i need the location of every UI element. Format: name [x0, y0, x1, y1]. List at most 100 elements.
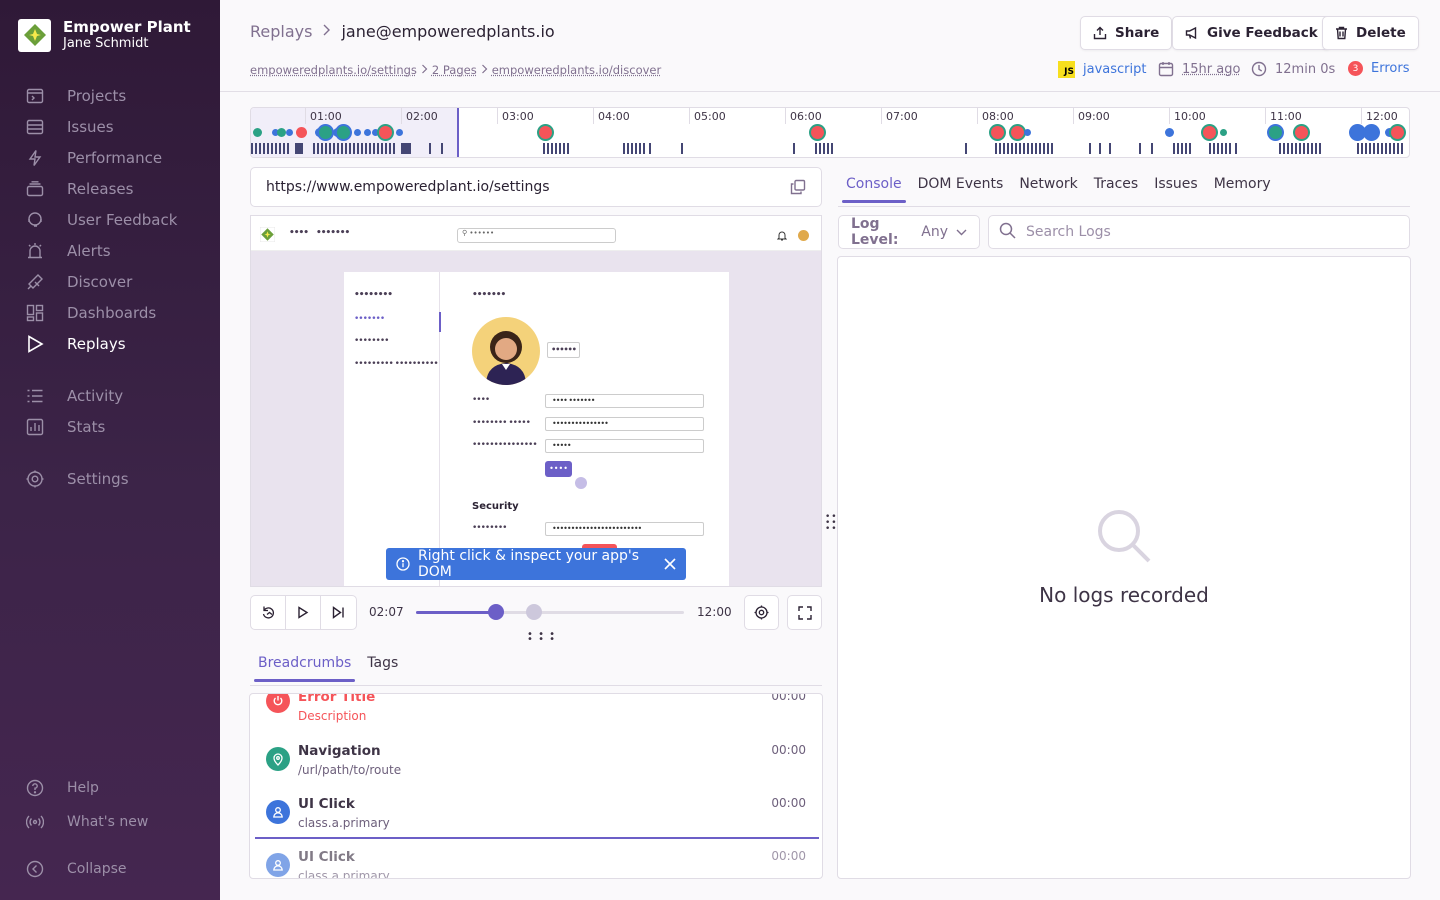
- timeline-event-dot[interactable]: [1350, 125, 1364, 139]
- timeline-event-dot[interactable]: [276, 127, 286, 137]
- timeline-event-dot[interactable]: [363, 128, 371, 136]
- timeline-event-dot[interactable]: [1164, 127, 1174, 137]
- page-link-first[interactable]: empoweredplants.io/settings: [250, 63, 417, 77]
- list-item[interactable]: Error Title Description 00:00: [250, 694, 822, 742]
- timeline-event-dot[interactable]: [371, 128, 379, 136]
- player-settings-button[interactable]: [744, 595, 779, 630]
- sidebar-item-dashboards[interactable]: Dashboards: [26, 302, 156, 324]
- page-count-link[interactable]: 2 Pages: [432, 63, 477, 77]
- tab-issues[interactable]: Issues: [1154, 176, 1198, 202]
- timeline-activity-bar: [995, 143, 1055, 154]
- search-input[interactable]: [1026, 224, 1386, 240]
- masked-text: ••••: [472, 395, 490, 405]
- give-feedback-button[interactable]: Give Feedback: [1172, 16, 1331, 50]
- sidebar-item-alerts[interactable]: Alerts: [26, 240, 111, 262]
- tab-console[interactable]: Console: [842, 176, 906, 203]
- sidebar-item-projects[interactable]: Projects: [26, 85, 126, 107]
- power-icon: [266, 694, 290, 713]
- tab-network[interactable]: Network: [1019, 176, 1077, 202]
- timeline-event-dot[interactable]: [1268, 125, 1282, 139]
- sidebar-item-performance[interactable]: Performance: [26, 147, 162, 169]
- timeline-tick: [305, 108, 306, 124]
- share-button[interactable]: Share: [1080, 16, 1173, 50]
- timeline-event-dot[interactable]: [318, 125, 332, 139]
- copy-icon[interactable]: [790, 179, 806, 199]
- sidebar-item-whats-new[interactable]: What's new: [26, 811, 148, 833]
- timeline-event-dot[interactable]: [252, 127, 262, 137]
- projects-icon: [26, 87, 44, 105]
- vertical-resize-handle[interactable]: • • • • • •: [527, 630, 556, 645]
- timeline-activity-bar: [295, 143, 303, 154]
- sidebar-item-stats[interactable]: Stats: [26, 416, 105, 438]
- delete-button[interactable]: Delete: [1322, 16, 1419, 50]
- timeline-event-dot[interactable]: [1023, 128, 1031, 136]
- timeline-event-dot[interactable]: [990, 125, 1004, 139]
- org-switcher[interactable]: Empower Plant Jane Schmidt: [18, 18, 191, 52]
- sidebar-collapse-button[interactable]: Collapse: [26, 858, 127, 880]
- timeline-tick: [1073, 108, 1074, 124]
- sidebar-item-activity[interactable]: Activity: [26, 385, 123, 407]
- page-link-last[interactable]: empoweredplants.io/discover: [492, 63, 662, 77]
- breadcrumb-time[interactable]: 00:00: [771, 796, 806, 810]
- timeline-event-dot[interactable]: [1294, 125, 1308, 139]
- restart-button[interactable]: [251, 596, 286, 629]
- sidebar-item-discover[interactable]: Discover: [26, 271, 132, 293]
- tab-traces[interactable]: Traces: [1094, 176, 1138, 202]
- horizontal-resize-handle[interactable]: •• •• ••: [825, 513, 838, 534]
- sidebar-item-help[interactable]: Help: [26, 777, 99, 799]
- platform-link[interactable]: javascript: [1083, 62, 1146, 77]
- timeline-event-dot[interactable]: [538, 125, 552, 139]
- close-icon[interactable]: [664, 558, 676, 570]
- timeline-event-dot[interactable]: [810, 125, 824, 139]
- timeline-label: 09:00: [1078, 110, 1110, 123]
- sidebar-item-issues[interactable]: Issues: [26, 116, 114, 138]
- breadcrumb-time[interactable]: 00:00: [771, 849, 806, 863]
- timeline-event-dot[interactable]: [336, 125, 350, 139]
- started-time[interactable]: 15hr ago: [1182, 62, 1240, 77]
- list-item[interactable]: UI Click class.a.primary 00:00: [250, 849, 822, 878]
- replay-timeline[interactable]: 01:00 02:00 03:00 04:00 05:00 06:00 07:0…: [250, 107, 1410, 158]
- tab-tags[interactable]: Tags: [367, 655, 398, 681]
- replay-viewport[interactable]: •••• ••••••• ⚲ •••••• •••••••• ••••••• •…: [250, 215, 822, 587]
- timeline-activity-bar: [623, 143, 645, 154]
- tab-breadcrumbs[interactable]: Breadcrumbs: [253, 655, 356, 682]
- timeline-tick: [497, 108, 498, 124]
- timeline-event-dot[interactable]: [295, 126, 307, 138]
- timeline-event-dot[interactable]: [1202, 125, 1216, 139]
- list-item[interactable]: Navigation /url/path/to/route 00:00: [250, 743, 822, 796]
- breadcrumb-replays[interactable]: Replays: [250, 22, 312, 41]
- timeline-event-dot[interactable]: [285, 128, 293, 136]
- breadcrumb-time[interactable]: 00:00: [771, 743, 806, 757]
- errors-link[interactable]: Errors: [1371, 61, 1409, 76]
- fullscreen-button[interactable]: [787, 595, 822, 630]
- sidebar-item-user-feedback[interactable]: User Feedback: [26, 209, 177, 231]
- upload-icon: [1093, 26, 1107, 40]
- timeline-activity-bar: [815, 143, 833, 154]
- log-level-select[interactable]: Log Level: Any: [838, 215, 980, 249]
- total-time: 12:00: [697, 605, 732, 619]
- play-button[interactable]: [286, 596, 321, 629]
- sidebar-item-replays[interactable]: Replays: [26, 333, 126, 355]
- sidebar-item-releases[interactable]: Releases: [26, 178, 133, 200]
- timeline-event-dot[interactable]: [378, 125, 392, 139]
- timeline-event-dot[interactable]: [1364, 125, 1378, 139]
- tab-dom-events[interactable]: DOM Events: [918, 176, 1004, 202]
- tab-memory[interactable]: Memory: [1214, 176, 1271, 202]
- sidebar-item-settings[interactable]: Settings: [26, 468, 129, 490]
- error-count-badge: 3: [1348, 61, 1363, 76]
- timeline-event-dot[interactable]: [353, 128, 361, 136]
- skip-forward-button[interactable]: [321, 596, 356, 629]
- timeline-event-dot[interactable]: [1390, 125, 1404, 139]
- replay-save-button: ••••: [545, 461, 572, 477]
- timeline-tick: [1361, 108, 1362, 124]
- timeline-event-dot[interactable]: [395, 128, 403, 136]
- timeline-event-dot[interactable]: [1010, 125, 1024, 139]
- breadcrumb-time[interactable]: 00:00: [771, 694, 806, 703]
- playback-scrubber[interactable]: [416, 604, 684, 620]
- timeline-event-dot[interactable]: [1219, 128, 1227, 136]
- list-item[interactable]: UI Click class.a.primary 00:00: [250, 796, 822, 849]
- timeline-tick: [1169, 108, 1170, 124]
- gear-icon: [26, 470, 44, 488]
- scrubber-thumb[interactable]: [488, 604, 505, 620]
- timeline-playhead[interactable]: [457, 108, 459, 157]
